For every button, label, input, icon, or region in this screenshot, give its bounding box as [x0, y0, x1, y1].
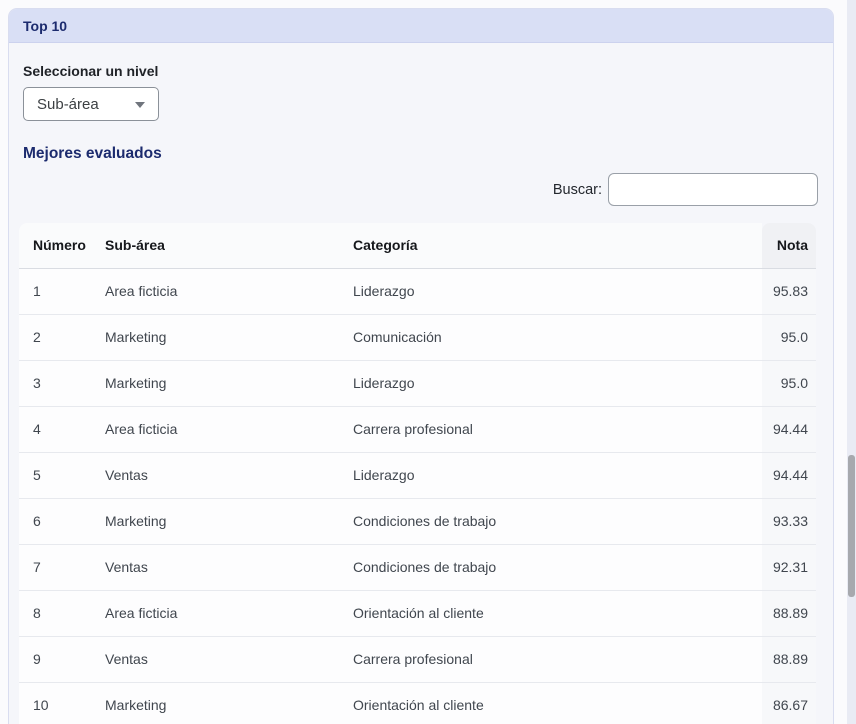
cell-nota: 88.89	[762, 590, 816, 636]
cell-numero: 4	[19, 406, 91, 452]
cell-subarea: Marketing	[91, 682, 339, 724]
table-row[interactable]: 6MarketingCondiciones de trabajo93.33	[19, 498, 816, 544]
level-select[interactable]: Sub-área	[23, 87, 159, 121]
cell-categoria: Orientación al cliente	[339, 682, 762, 724]
cell-subarea: Ventas	[91, 452, 339, 498]
table-row[interactable]: 10MarketingOrientación al cliente86.67	[19, 682, 816, 724]
cell-subarea: Area ficticia	[91, 590, 339, 636]
table-row[interactable]: 5VentasLiderazgo94.44	[19, 452, 816, 498]
cell-numero: 8	[19, 590, 91, 636]
column-header-numero[interactable]: Número	[19, 223, 91, 268]
cell-nota: 88.89	[762, 636, 816, 682]
section-title: Mejores evaluados	[23, 145, 162, 163]
level-select-value: Sub-área	[37, 96, 99, 113]
cell-nota: 95.0	[762, 314, 816, 360]
cell-numero: 5	[19, 452, 91, 498]
cell-numero: 10	[19, 682, 91, 724]
table-row[interactable]: 2MarketingComunicación95.0	[19, 314, 816, 360]
cell-categoria: Condiciones de trabajo	[339, 544, 762, 590]
table-header-row: Número Sub-área Categoría Nota	[19, 223, 816, 268]
cell-nota: 95.83	[762, 268, 816, 314]
panel-header: Top 10	[9, 9, 833, 43]
table-row[interactable]: 1Area ficticiaLiderazgo95.83	[19, 268, 816, 314]
cell-numero: 7	[19, 544, 91, 590]
table-body: 1Area ficticiaLiderazgo95.832MarketingCo…	[19, 268, 816, 724]
cell-categoria: Carrera profesional	[339, 636, 762, 682]
cell-numero: 9	[19, 636, 91, 682]
cell-categoria: Liderazgo	[339, 268, 762, 314]
chevron-down-icon	[135, 102, 145, 108]
column-header-nota[interactable]: Nota	[762, 223, 816, 268]
search-label: Buscar:	[502, 182, 602, 198]
cell-subarea: Ventas	[91, 544, 339, 590]
column-header-subarea[interactable]: Sub-área	[91, 223, 339, 268]
table-row[interactable]: 9VentasCarrera profesional88.89	[19, 636, 816, 682]
level-select-label: Seleccionar un nivel	[23, 63, 158, 79]
cell-numero: 2	[19, 314, 91, 360]
cell-subarea: Ventas	[91, 636, 339, 682]
cell-categoria: Orientación al cliente	[339, 590, 762, 636]
cell-nota: 92.31	[762, 544, 816, 590]
cell-subarea: Marketing	[91, 498, 339, 544]
cell-numero: 1	[19, 268, 91, 314]
page-scrollbar[interactable]	[847, 0, 856, 724]
search-input[interactable]	[608, 173, 818, 206]
table-row[interactable]: 3MarketingLiderazgo95.0	[19, 360, 816, 406]
cell-categoria: Comunicación	[339, 314, 762, 360]
cell-categoria: Liderazgo	[339, 452, 762, 498]
panel-title: Top 10	[23, 18, 67, 34]
table-row[interactable]: 8Area ficticiaOrientación al cliente88.8…	[19, 590, 816, 636]
cell-subarea: Area ficticia	[91, 268, 339, 314]
column-header-categoria[interactable]: Categoría	[339, 223, 762, 268]
top10-panel: Top 10 Seleccionar un nivel Sub-área Mej…	[8, 8, 834, 724]
cell-nota: 94.44	[762, 452, 816, 498]
cell-nota: 93.33	[762, 498, 816, 544]
cell-nota: 86.67	[762, 682, 816, 724]
cell-subarea: Marketing	[91, 360, 339, 406]
cell-numero: 3	[19, 360, 91, 406]
cell-subarea: Area ficticia	[91, 406, 339, 452]
cell-nota: 95.0	[762, 360, 816, 406]
top10-table: Número Sub-área Categoría Nota 1Area fic…	[19, 223, 816, 724]
scrollbar-thumb[interactable]	[848, 455, 855, 597]
cell-nota: 94.44	[762, 406, 816, 452]
table-row[interactable]: 4Area ficticiaCarrera profesional94.44	[19, 406, 816, 452]
table-row[interactable]: 7VentasCondiciones de trabajo92.31	[19, 544, 816, 590]
cell-categoria: Carrera profesional	[339, 406, 762, 452]
cell-subarea: Marketing	[91, 314, 339, 360]
cell-categoria: Condiciones de trabajo	[339, 498, 762, 544]
cell-numero: 6	[19, 498, 91, 544]
cell-categoria: Liderazgo	[339, 360, 762, 406]
